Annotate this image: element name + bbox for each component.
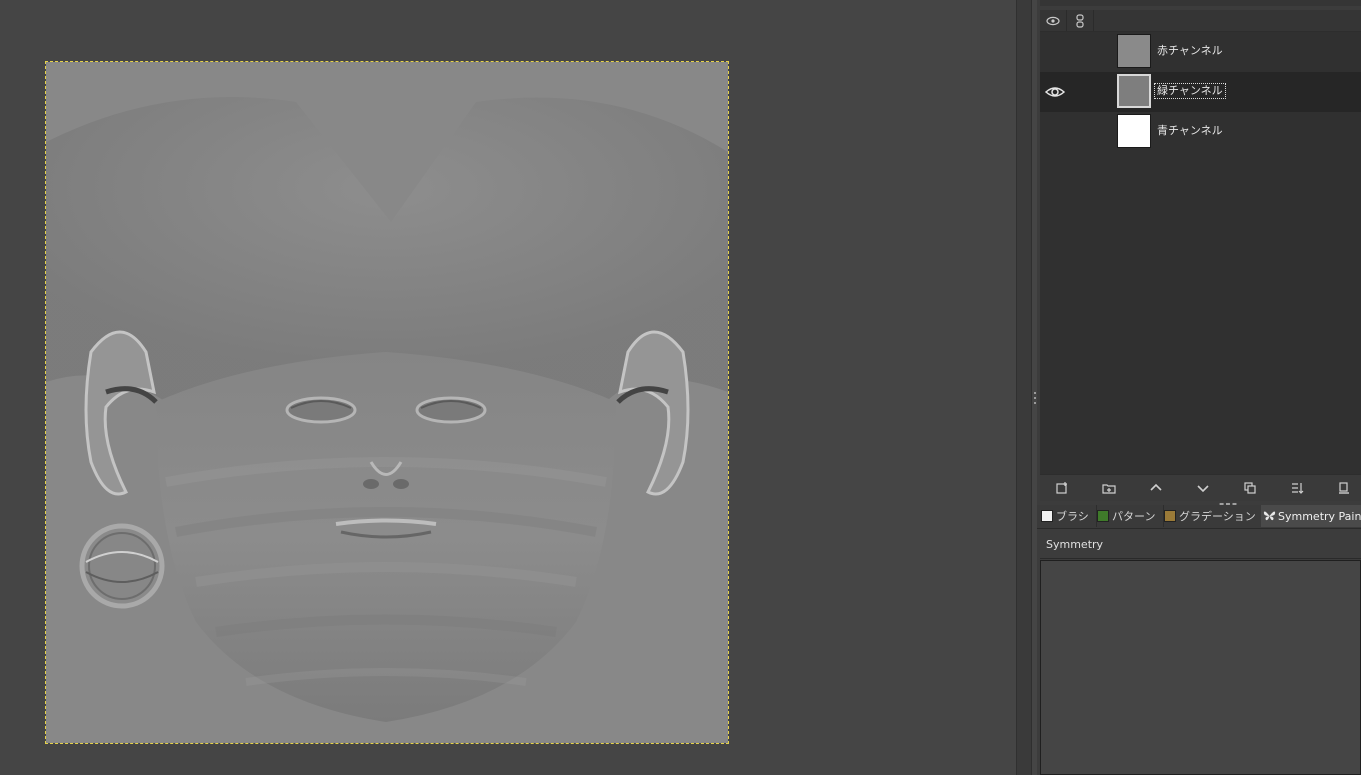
gradient-icon — [1164, 510, 1176, 522]
channel-thumbnail — [1117, 74, 1151, 108]
visibility-toggle[interactable] — [1043, 122, 1067, 142]
channel-name[interactable]: 緑チャンネル — [1154, 83, 1226, 99]
dock-tabs: ブラシ パターン グラデーション Symmetry Painting — [1037, 505, 1361, 529]
channel-list: 赤チャンネル 緑チャンネル 青チャンネル — [1040, 32, 1361, 474]
tab-label: ブラシ — [1056, 510, 1089, 523]
visibility-toggle[interactable] — [1043, 42, 1067, 62]
tab-symmetry-painting[interactable]: Symmetry Painting — [1261, 505, 1361, 527]
channels-toolbar — [1040, 474, 1361, 501]
eye-icon[interactable] — [1040, 10, 1067, 31]
new-channel-icon[interactable] — [1049, 478, 1075, 498]
symmetry-title-text: Symmetry — [1046, 538, 1104, 551]
tab-patterns[interactable]: パターン — [1095, 505, 1164, 527]
normal-map-face-texture — [46, 62, 728, 743]
to-selection-icon[interactable] — [1284, 478, 1310, 498]
channel-thumbnail — [1117, 34, 1151, 68]
tab-label: Symmetry Painting — [1278, 509, 1361, 523]
symmetry-panel-title: Symmetry — [1040, 532, 1361, 559]
channel-row-green[interactable]: 緑チャンネル — [1040, 72, 1361, 112]
duplicate-icon[interactable] — [1237, 478, 1263, 498]
channel-name[interactable]: 青チャンネル — [1155, 124, 1225, 138]
image-canvas-area[interactable] — [0, 0, 1016, 775]
tab-brushes[interactable]: ブラシ — [1039, 505, 1097, 527]
tab-label: パターン — [1112, 510, 1156, 523]
chain-icon[interactable] — [1067, 10, 1094, 31]
brush-icon — [1041, 510, 1053, 522]
delete-icon[interactable] — [1331, 478, 1357, 498]
eye-icon[interactable] — [1043, 82, 1067, 102]
tab-gradients[interactable]: グラデーション — [1162, 505, 1263, 527]
butterfly-icon — [1263, 510, 1276, 522]
channel-row-red[interactable]: 赤チャンネル — [1040, 32, 1361, 72]
channel-name[interactable]: 赤チャンネル — [1155, 44, 1225, 58]
symmetry-panel-body[interactable] — [1040, 560, 1361, 775]
dock-separator[interactable] — [1016, 0, 1032, 775]
raise-icon[interactable] — [1143, 478, 1169, 498]
channel-thumbnail — [1117, 114, 1151, 148]
lower-icon[interactable] — [1190, 478, 1216, 498]
tab-label: グラデーション — [1179, 510, 1256, 523]
new-folder-icon[interactable] — [1096, 478, 1122, 498]
channels-header — [1040, 10, 1361, 32]
image-canvas[interactable] — [45, 61, 729, 744]
dock-top-edge — [1040, 0, 1361, 6]
pattern-icon — [1097, 510, 1109, 522]
channel-row-blue[interactable]: 青チャンネル — [1040, 112, 1361, 152]
